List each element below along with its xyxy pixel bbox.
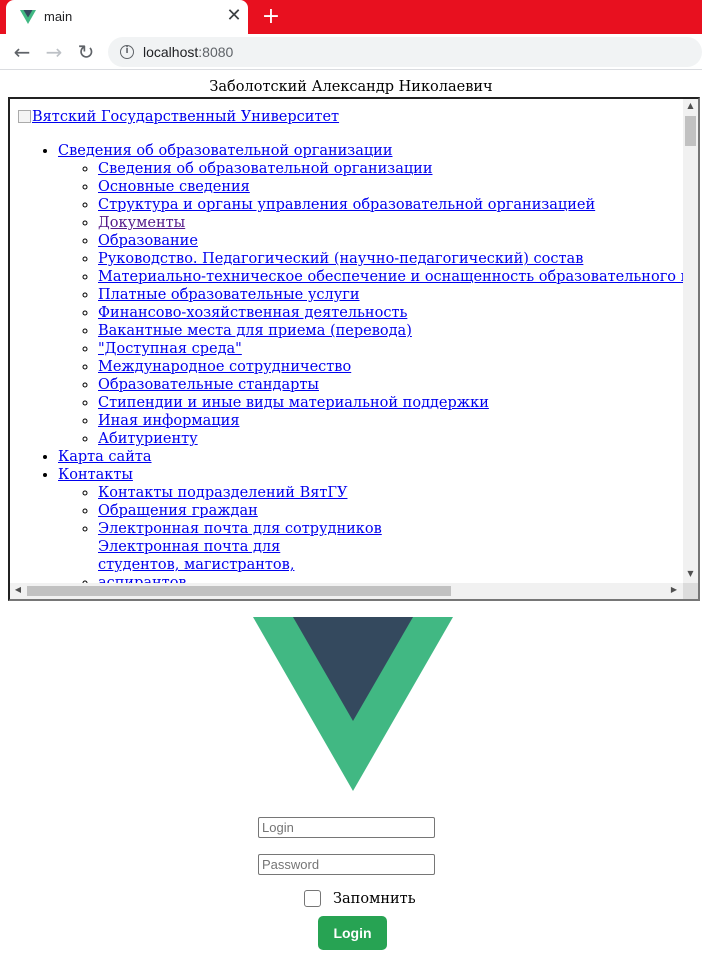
submenu-link[interactable]: Материально-техническое обеспечение и ос… — [98, 269, 698, 285]
submenu-item: Образовательные стандарты — [98, 376, 698, 394]
menu-item: Контакты Контакты подразделений ВятГУ Обра… — [58, 466, 698, 599]
scroll-up-icon[interactable]: ▲ — [683, 101, 698, 113]
submenu-link[interactable]: Обращения граждан — [98, 503, 258, 519]
reload-icon[interactable]: ↻ — [74, 40, 98, 64]
iframe-content: Вятский Государственный Университет Свед… — [18, 108, 698, 599]
vue-favicon-icon — [20, 10, 36, 24]
submenu-link[interactable]: Основные сведения — [98, 179, 250, 195]
submenu-item: Иная информация — [98, 412, 698, 430]
submenu-link[interactable]: "Доступная среда" — [98, 341, 242, 357]
scrollbar-corner — [683, 583, 698, 599]
submenu-link[interactable]: Вакантные места для приема (перевода) — [98, 323, 412, 339]
vue-logo-icon — [253, 617, 453, 791]
login-input[interactable] — [258, 817, 435, 838]
submenu-link[interactable]: Руководство. Педагогический (научно-педа… — [98, 251, 583, 267]
menu-item: Сведения об образовательной организацииС… — [58, 142, 698, 448]
submenu-link[interactable]: Иная информация — [98, 413, 239, 429]
tab-strip: main ✕ + — [0, 0, 702, 34]
password-input[interactable] — [258, 854, 435, 875]
submenu-link[interactable]: Сведения об образовательной организации — [98, 161, 433, 177]
author-name: Заболотский Александр Николаевич — [209, 79, 493, 95]
login-button[interactable]: Login — [318, 916, 387, 950]
submenu: Сведения об образовательной организации О… — [58, 160, 698, 448]
submenu-item: Структура и органы управления образовате… — [98, 196, 698, 214]
site-menu: Сведения об образовательной организацииС… — [18, 142, 698, 599]
menu-link[interactable]: Карта сайта — [58, 449, 152, 465]
submenu-item: Контакты подразделений ВятГУ — [98, 484, 698, 502]
university-logo-link[interactable]: Вятский Государственный Университет — [18, 108, 698, 126]
scroll-right-icon[interactable]: ▶ — [668, 585, 680, 597]
scroll-left-icon[interactable]: ◀ — [12, 585, 24, 597]
tab-title: main — [44, 9, 73, 24]
submenu-item: Международное сотрудничество — [98, 358, 698, 376]
remember-label: Запомнить — [333, 891, 416, 907]
scroll-down-icon[interactable]: ▼ — [683, 569, 698, 581]
submenu-item: Материально-техническое обеспечение и ос… — [98, 268, 698, 286]
vertical-scrollbar[interactable]: ▲ ▼ — [683, 99, 698, 583]
submenu-link[interactable]: Контакты подразделений ВятГУ — [98, 485, 347, 501]
submenu-item: Основные сведения — [98, 178, 698, 196]
menu-link[interactable]: Сведения об образовательной организации — [58, 143, 393, 159]
browser-tab[interactable]: main ✕ — [6, 0, 248, 34]
submenu-item: Электронная почта для сотрудников — [98, 520, 698, 538]
submenu-item: Стипендии и иные виды материальной подде… — [98, 394, 698, 412]
submenu-link[interactable]: Образование — [98, 233, 198, 249]
submenu-link[interactable]: Документы — [98, 215, 185, 231]
submenu-item: Вакантные места для приема (перевода) — [98, 322, 698, 340]
back-arrow-icon[interactable]: ← — [10, 40, 34, 64]
submenu-item: Руководство. Педагогический (научно-педа… — [98, 250, 698, 268]
broken-image-icon — [18, 110, 31, 123]
vertical-scroll-thumb[interactable] — [685, 116, 696, 146]
submenu-link[interactable]: Платные образовательные услуги — [98, 287, 360, 303]
url-text: localhost:8080 — [143, 44, 234, 60]
submenu-link[interactable]: Международное сотрудничество — [98, 359, 351, 375]
horizontal-scroll-thumb[interactable] — [27, 586, 451, 596]
submenu-item: Абитуриенту — [98, 430, 698, 448]
submenu-item: Образование — [98, 232, 698, 250]
new-tab-button[interactable]: + — [258, 4, 284, 30]
tab-close-icon[interactable]: ✕ — [224, 6, 244, 26]
remember-checkbox[interactable] — [304, 890, 321, 907]
submenu-item: Сведения об образовательной организации — [98, 160, 698, 178]
menu-link[interactable]: Контакты — [58, 467, 133, 483]
site-iframe[interactable]: Вятский Государственный Университет Свед… — [8, 97, 700, 601]
submenu-item: Платные образовательные услуги — [98, 286, 698, 304]
horizontal-scrollbar[interactable]: ◀ ▶ — [10, 583, 698, 599]
submenu-item: "Доступная среда" — [98, 340, 698, 358]
submenu-link[interactable]: Стипендии и иные виды материальной подде… — [98, 395, 489, 411]
address-bar[interactable]: i localhost:8080 — [108, 37, 702, 67]
site-info-icon[interactable]: i — [120, 45, 134, 59]
submenu-item: Документы — [98, 214, 698, 232]
submenu-link[interactable]: Финансово-хозяйственная деятельность — [98, 305, 407, 321]
submenu-item: Финансово-хозяйственная деятельность — [98, 304, 698, 322]
submenu-item: Обращения граждан — [98, 502, 698, 520]
menu-item: Карта сайта — [58, 448, 698, 466]
submenu-link[interactable]: Образовательные стандарты — [98, 377, 319, 393]
submenu-link[interactable]: Структура и органы управления образовате… — [98, 197, 595, 213]
logo-alt-text: Вятский Государственный Университет — [32, 109, 340, 125]
submenu-link[interactable]: Абитуриенту — [98, 431, 198, 447]
submenu-link[interactable]: Электронная почта для сотрудников — [98, 521, 382, 537]
forward-arrow-icon[interactable]: → — [42, 40, 66, 64]
browser-toolbar: ← → ↻ i localhost:8080 — [0, 34, 702, 70]
